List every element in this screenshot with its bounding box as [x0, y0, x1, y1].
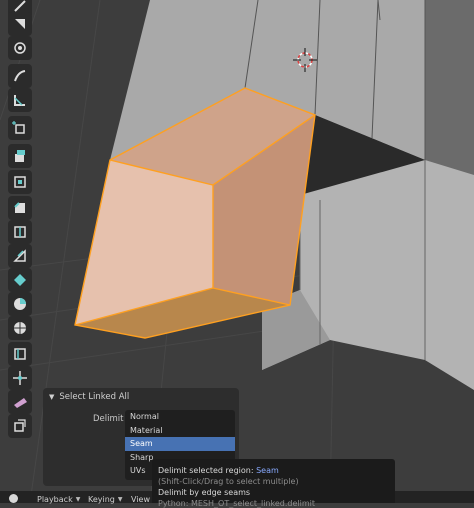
loop-cut-icon[interactable] — [8, 220, 32, 244]
delimit-option-seam[interactable]: Seam — [125, 437, 235, 451]
delimit-label: Delimit — [93, 414, 124, 424]
chevron-down-icon: ▼ — [49, 393, 55, 401]
measure-icon[interactable] — [8, 88, 32, 112]
shear-icon[interactable] — [8, 390, 32, 414]
chevron-down-icon: ▼ — [75, 496, 81, 503]
knife-icon[interactable] — [8, 244, 32, 268]
delimit-option-normal[interactable]: Normal — [125, 410, 235, 424]
tooltip-description: Delimit by edge seams — [158, 488, 251, 497]
shrink-fatten-icon[interactable] — [8, 366, 32, 390]
move-icon[interactable] — [8, 36, 32, 60]
selected-mesh-region[interactable] — [74, 87, 316, 339]
chevron-down-icon: ▼ — [117, 496, 123, 503]
spin-icon[interactable] — [8, 292, 32, 316]
poly-build-icon[interactable] — [8, 268, 32, 292]
delimit-option-material[interactable]: Material — [125, 424, 235, 438]
tooltip-title-prefix: Delimit selected region: — [158, 466, 254, 475]
tooltip-python: Python: MESH_OT_select_linked.delimit — [158, 499, 315, 508]
edge-slide-icon[interactable] — [8, 342, 32, 366]
redo-panel-title: Select Linked All — [59, 392, 130, 402]
inset-icon[interactable] — [8, 170, 32, 194]
tool-shelf — [5, 0, 35, 440]
extrude-icon[interactable] — [8, 144, 32, 168]
cursor-icon[interactable] — [8, 12, 32, 36]
rip-region-icon[interactable] — [8, 414, 32, 438]
bevel-icon[interactable] — [8, 196, 32, 220]
annotate-icon[interactable] — [8, 64, 32, 88]
tooltip-hint: (Shift-Click/Drag to select multiple) — [158, 477, 299, 486]
add-cube-icon[interactable] — [8, 116, 32, 140]
tooltip-title-value: Seam — [256, 466, 279, 475]
smooth-icon[interactable] — [8, 316, 32, 340]
record-icon[interactable] — [9, 494, 18, 503]
tooltip: Delimit selected region: Seam (Shift-Cli… — [152, 459, 395, 508]
redo-panel-header[interactable]: ▼ Select Linked All — [49, 392, 129, 402]
tooltip-title: Delimit selected region: Seam — [158, 466, 279, 475]
